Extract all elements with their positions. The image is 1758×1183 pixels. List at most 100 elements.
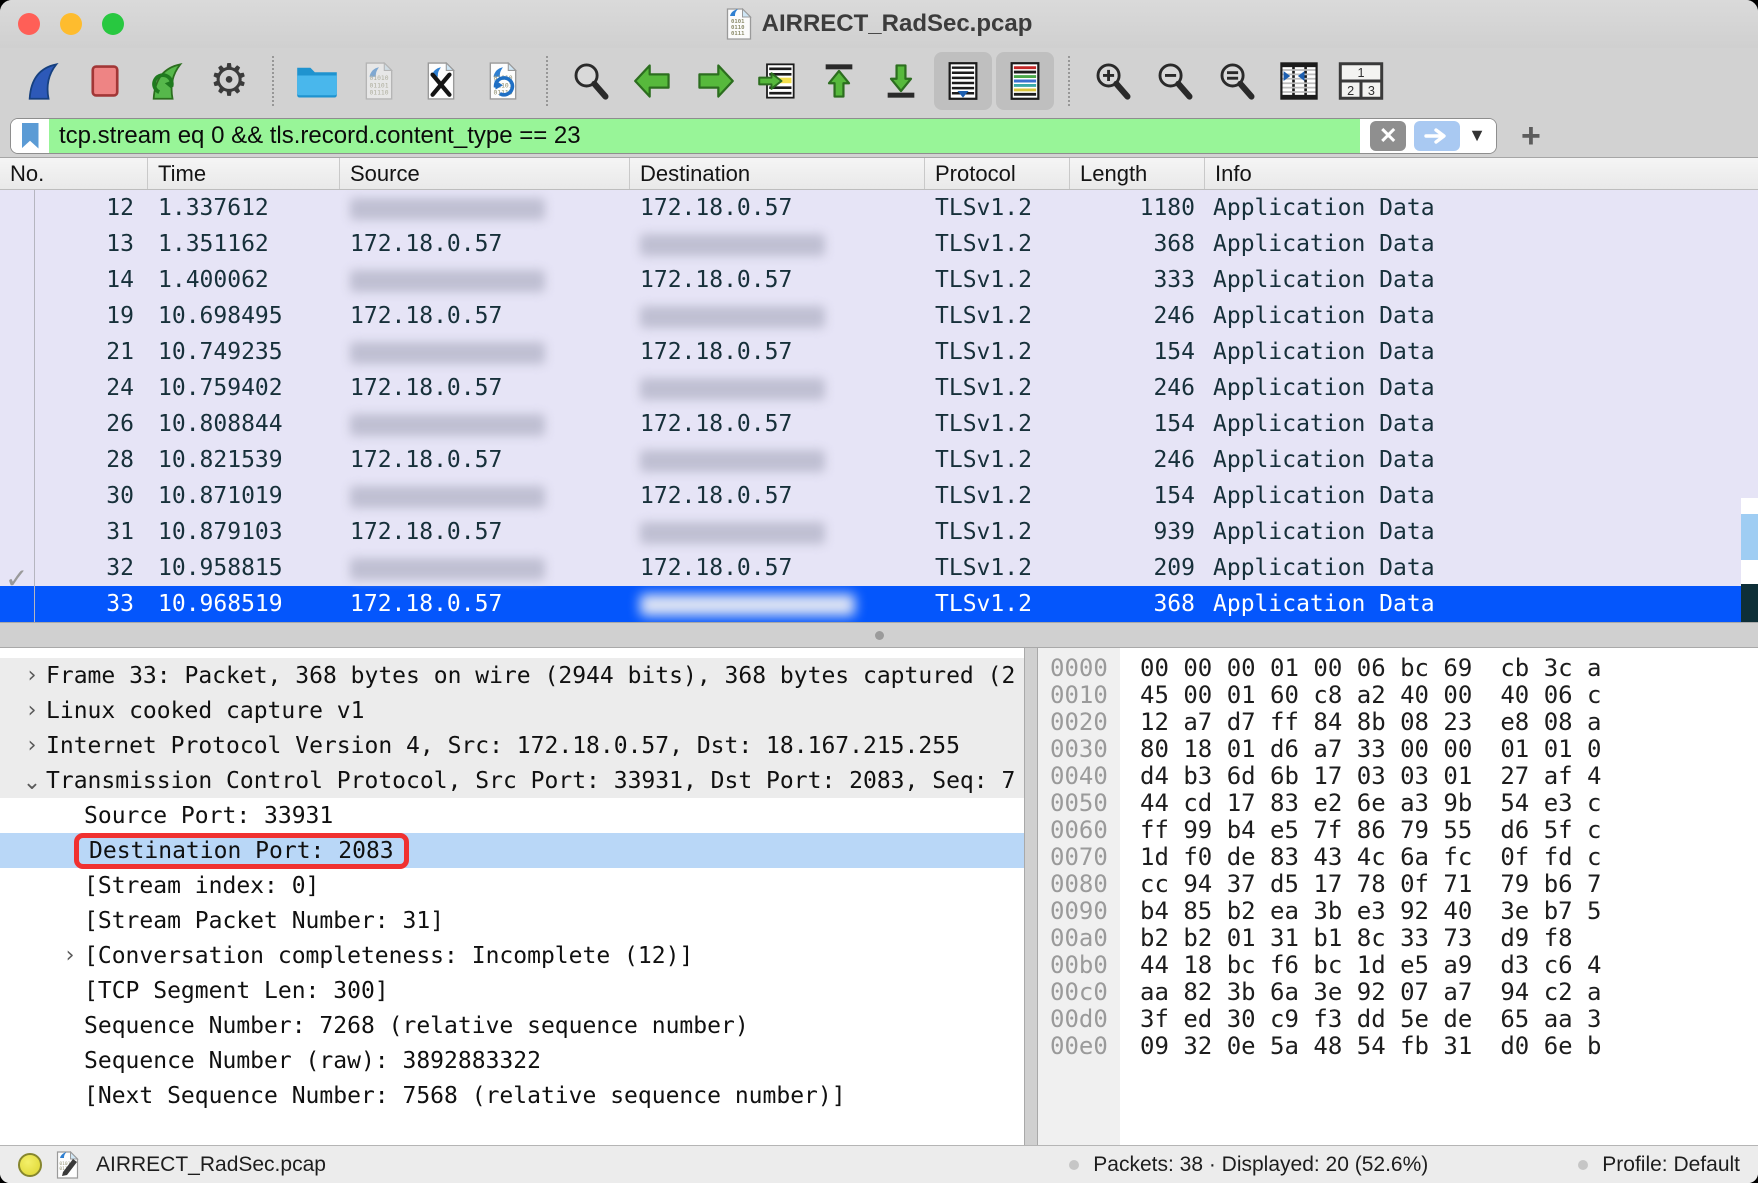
resize-columns-button[interactable] [1270, 52, 1328, 110]
colorize-button[interactable] [996, 52, 1054, 110]
hex-row-0030[interactable]: 003080 18 01 d6 a7 33 00 0001 01 0 [1038, 735, 1758, 762]
zoom-original-button[interactable] [1208, 52, 1266, 110]
close-window-button[interactable] [18, 13, 40, 35]
minimize-window-button[interactable] [60, 13, 82, 35]
close-file-button[interactable] [412, 52, 470, 110]
column-header-length[interactable]: Length [1070, 158, 1205, 189]
layout-123-button[interactable]: 123 [1332, 52, 1390, 110]
add-filter-button-button[interactable]: + [1515, 120, 1547, 152]
capture-options-button[interactable]: ⚙ [200, 52, 258, 110]
packet-list-scrollbar[interactable] [1741, 498, 1758, 622]
chevron-down-icon[interactable]: ⌄ [18, 770, 46, 795]
column-header-source[interactable]: Source [340, 158, 630, 189]
packet-row-19[interactable]: 1910.698495172.18.0.57TLSv1.2246Applicat… [0, 298, 1758, 334]
detail-line-7[interactable]: [Stream Packet Number: 31] [0, 903, 1024, 938]
hex-row-00a0[interactable]: 00a0b2 b2 01 31 b1 8c 33 73d9 f8 [1038, 924, 1758, 951]
hex-row-00c0[interactable]: 00c0aa 82 3b 6a 3e 92 07 a794 c2 a [1038, 978, 1758, 1005]
stop-capture-button[interactable] [76, 52, 134, 110]
chevron-right-icon[interactable]: › [56, 943, 84, 968]
cell-protocol: TLSv1.2 [925, 447, 1070, 473]
zoom-out-button[interactable] [1146, 52, 1204, 110]
hex-row-0060[interactable]: 0060ff 99 b4 e5 7f 86 79 55d6 5f c [1038, 816, 1758, 843]
find-packet-button[interactable] [562, 52, 620, 110]
wireshark-fin-button[interactable] [14, 52, 72, 110]
detail-line-11[interactable]: Sequence Number (raw): 3892883322 [0, 1043, 1024, 1078]
detail-text: [Next Sequence Number: 7568 (relative se… [84, 1083, 846, 1109]
column-header-protocol[interactable]: Protocol [925, 158, 1070, 189]
go-to-bottom-button[interactable] [872, 52, 930, 110]
profile-indicator[interactable]: Profile: Default [1602, 1153, 1740, 1177]
clear-filter-button[interactable]: ✕ [1370, 121, 1406, 151]
hex-row-0040[interactable]: 0040d4 b3 6d 6b 17 03 03 0127 af 4 [1038, 762, 1758, 789]
capture-comment-icon[interactable]: 01010110 [56, 1151, 80, 1179]
hex-row-0010[interactable]: 001045 00 01 60 c8 a2 40 0040 06 c [1038, 681, 1758, 708]
packet-row-12[interactable]: 121.337612172.18.0.57TLSv1.21180Applicat… [0, 190, 1758, 226]
column-header-info[interactable]: Info [1205, 158, 1758, 189]
pane-divider[interactable] [1024, 648, 1038, 1145]
packet-row-33[interactable]: 3310.968519172.18.0.57TLSv1.2368Applicat… [0, 586, 1758, 622]
go-to-packet-button[interactable] [748, 52, 806, 110]
detail-line-10[interactable]: Sequence Number: 7268 (relative sequence… [0, 1008, 1024, 1043]
hex-row-0080[interactable]: 0080cc 94 37 d5 17 78 0f 7179 b6 7 [1038, 870, 1758, 897]
go-to-top-button[interactable] [810, 52, 868, 110]
detail-line-4[interactable]: Source Port: 33931 [0, 798, 1024, 833]
detail-line-8[interactable]: ›[Conversation completeness: Incomplete … [0, 938, 1024, 973]
cell-info: Application Data [1205, 231, 1758, 257]
packet-row-26[interactable]: 2610.808844172.18.0.57TLSv1.2154Applicat… [0, 406, 1758, 442]
packet-row-13[interactable]: 131.351162172.18.0.57TLSv1.2368Applicati… [0, 226, 1758, 262]
open-file-button[interactable] [288, 52, 346, 110]
detail-line-9[interactable]: [TCP Segment Len: 300] [0, 973, 1024, 1008]
statusbar-filename[interactable]: AIRRECT_RadSec.pcap [96, 1153, 326, 1177]
auto-scroll-button[interactable] [934, 52, 992, 110]
packet-row-31[interactable]: 3110.879103172.18.0.57TLSv1.2939Applicat… [0, 514, 1758, 550]
hex-row-0090[interactable]: 0090b4 85 b2 ea 3b e3 92 403e b7 5 [1038, 897, 1758, 924]
packet-row-28[interactable]: 2810.821539172.18.0.57TLSv1.2246Applicat… [0, 442, 1758, 478]
zoom-window-button[interactable] [102, 13, 124, 35]
cell-time: 10.821539 [148, 447, 340, 473]
detail-line-3[interactable]: ⌄Transmission Control Protocol, Src Port… [0, 763, 1024, 798]
hex-row-0000[interactable]: 000000 00 00 01 00 06 bc 69cb 3c a [1038, 654, 1758, 681]
packet-row-21[interactable]: 2110.749235172.18.0.57TLSv1.2154Applicat… [0, 334, 1758, 370]
column-header-time[interactable]: Time [148, 158, 340, 189]
detail-line-5[interactable]: Destination Port: 2083 [0, 833, 1024, 868]
zoom-out-icon [1155, 61, 1195, 101]
column-header-destination[interactable]: Destination [630, 158, 925, 189]
hex-row-00e0[interactable]: 00e009 32 0e 5a 48 54 fb 31d0 6e b [1038, 1032, 1758, 1059]
cell-destination [630, 591, 925, 617]
detail-line-2[interactable]: ›Internet Protocol Version 4, Src: 172.1… [0, 728, 1024, 763]
detail-line-0[interactable]: ›Frame 33: Packet, 368 bytes on wire (29… [0, 658, 1024, 693]
go-forward-button[interactable] [686, 52, 744, 110]
packet-row-14[interactable]: 141.400062172.18.0.57TLSv1.2333Applicati… [0, 262, 1758, 298]
chevron-right-icon[interactable]: › [18, 698, 46, 723]
hex-row-00b0[interactable]: 00b044 18 bc f6 bc 1d e5 a9d3 c6 4 [1038, 951, 1758, 978]
save-file-button[interactable]: 010100110101110 [350, 52, 408, 110]
packet-row-30[interactable]: 3010.871019172.18.0.57TLSv1.2154Applicat… [0, 478, 1758, 514]
expert-info-button[interactable] [18, 1153, 42, 1177]
filter-bookmark-button[interactable] [11, 119, 49, 153]
hex-row-00d0[interactable]: 00d03f ed 30 c9 f3 dd 5e de65 aa 3 [1038, 1005, 1758, 1032]
chevron-right-icon[interactable]: › [18, 733, 46, 758]
apply-filter-button[interactable] [1414, 121, 1460, 151]
packet-row-32[interactable]: 3210.958815172.18.0.57TLSv1.2209Applicat… [0, 550, 1758, 586]
detail-line-12[interactable]: [Next Sequence Number: 7568 (relative se… [0, 1078, 1024, 1113]
hex-row-0020[interactable]: 002012 a7 d7 ff 84 8b 08 23e8 08 a [1038, 708, 1758, 735]
detail-line-1[interactable]: ›Linux cooked capture v1 [0, 693, 1024, 728]
display-filter-field[interactable]: tcp.stream eq 0 && tls.record.content_ty… [10, 118, 1497, 154]
zoom-in-button[interactable] [1084, 52, 1142, 110]
title-bar[interactable]: 010101100111 AIRRECT_RadSec.pcap [0, 0, 1758, 48]
column-header-no[interactable]: No. [0, 158, 148, 189]
display-filter-input[interactable]: tcp.stream eq 0 && tls.record.content_ty… [49, 119, 1360, 153]
pane-splitter[interactable] [0, 622, 1758, 648]
chevron-right-icon[interactable]: › [18, 663, 46, 688]
filter-history-caret-icon[interactable]: ▼ [1468, 125, 1486, 146]
detail-line-6[interactable]: [Stream index: 0] [0, 868, 1024, 903]
svg-text:1: 1 [1357, 66, 1364, 80]
go-back-button[interactable] [624, 52, 682, 110]
reload-file-button[interactable]: 010100110101110 [474, 52, 532, 110]
hex-row-0050[interactable]: 005044 cd 17 83 e2 6e a3 9b54 e3 c [1038, 789, 1758, 816]
restart-capture-button[interactable] [138, 52, 196, 110]
packet-row-24[interactable]: 2410.759402172.18.0.57TLSv1.2246Applicat… [0, 370, 1758, 406]
redacted-address [640, 450, 825, 472]
hex-row-0070[interactable]: 00701d f0 de 83 43 4c 6a fc0f fd c [1038, 843, 1758, 870]
cell-no: 30 [0, 483, 148, 509]
